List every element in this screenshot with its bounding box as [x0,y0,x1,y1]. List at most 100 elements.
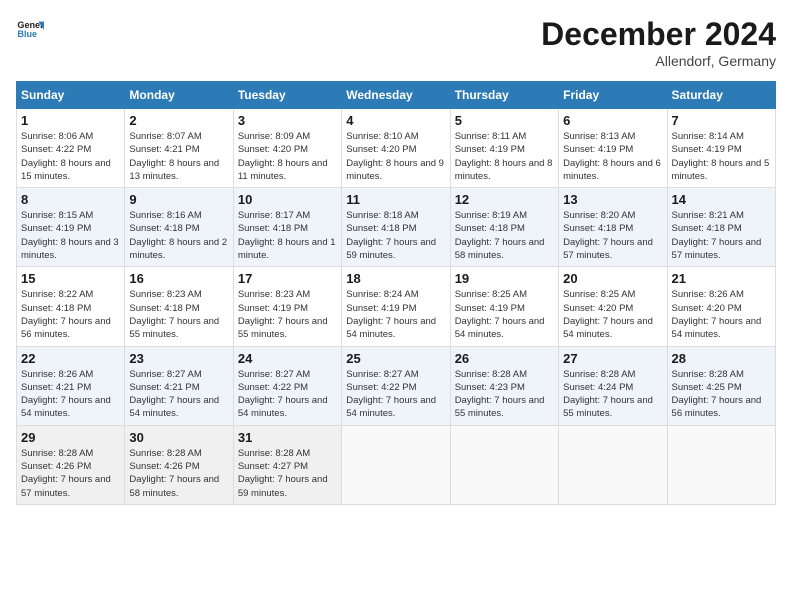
day-number: 17 [238,271,337,286]
day-number: 24 [238,351,337,366]
day-number: 5 [455,113,554,128]
day-info: Sunrise: 8:27 AMSunset: 4:22 PMDaylight:… [238,368,337,421]
day-number: 15 [21,271,120,286]
calendar-day-cell: 22Sunrise: 8:26 AMSunset: 4:21 PMDayligh… [17,346,125,425]
day-of-week-header: Sunday [17,82,125,109]
calendar-day-cell: 26 Sunrise: 8:28 AMSunset: 4:23 PMDayligh… [450,346,558,425]
calendar-day-cell: 23 Sunrise: 8:27 AMSunset: 4:21 PMDayligh… [125,346,233,425]
calendar-day-cell: 3 Sunrise: 8:09 AMSunset: 4:20 PMDaylight… [233,109,341,188]
day-number: 12 [455,192,554,207]
day-number: 27 [563,351,662,366]
calendar-day-cell: 9 Sunrise: 8:16 AMSunset: 4:18 PMDaylight… [125,188,233,267]
month-title: December 2024 [541,16,776,53]
calendar-day-cell: 19 Sunrise: 8:25 AMSunset: 4:19 PMDayligh… [450,267,558,346]
logo-icon: General Blue [16,16,44,44]
day-number: 13 [563,192,662,207]
calendar-day-cell: 11 Sunrise: 8:18 AMSunset: 4:18 PMDayligh… [342,188,450,267]
day-number: 28 [672,351,771,366]
day-info: Sunrise: 8:28 AMSunset: 4:26 PMDaylight:… [21,447,120,500]
day-info: Sunrise: 8:13 AMSunset: 4:19 PMDaylight:… [563,130,662,183]
day-number: 11 [346,192,445,207]
calendar-day-cell: 14Sunrise: 8:21 AMSunset: 4:18 PMDayligh… [667,188,775,267]
day-number: 2 [129,113,228,128]
calendar-week-row: 15 Sunrise: 8:22 AMSunset: 4:18 PMDayligh… [17,267,776,346]
day-number: 3 [238,113,337,128]
day-info: Sunrise: 8:25 AMSunset: 4:20 PMDaylight:… [563,288,662,341]
page-header: General Blue December 2024 Allendorf, Ge… [16,16,776,69]
calendar-day-cell: 12 Sunrise: 8:19 AMSunset: 4:18 PMDayligh… [450,188,558,267]
calendar-day-cell: 7 Sunrise: 8:14 AMSunset: 4:19 PMDaylight… [667,109,775,188]
logo: General Blue [16,16,44,44]
day-info: Sunrise: 8:24 AMSunset: 4:19 PMDaylight:… [346,288,445,341]
day-number: 23 [129,351,228,366]
day-info: Sunrise: 8:16 AMSunset: 4:18 PMDaylight:… [129,209,228,262]
day-info: Sunrise: 8:27 AMSunset: 4:22 PMDaylight:… [346,368,445,421]
day-info: Sunrise: 8:28 AMSunset: 4:27 PMDaylight:… [238,447,337,500]
day-number: 8 [21,192,120,207]
calendar-week-row: 8Sunrise: 8:15 AMSunset: 4:19 PMDaylight… [17,188,776,267]
location: Allendorf, Germany [541,53,776,69]
calendar-day-cell: 16Sunrise: 8:23 AMSunset: 4:18 PMDayligh… [125,267,233,346]
calendar: SundayMondayTuesdayWednesdayThursdayFrid… [16,81,776,505]
empty-day-cell [667,425,775,504]
calendar-day-cell: 27 Sunrise: 8:28 AMSunset: 4:24 PMDayligh… [559,346,667,425]
day-info: Sunrise: 8:26 AMSunset: 4:21 PMDaylight:… [21,368,120,421]
calendar-day-cell: 8Sunrise: 8:15 AMSunset: 4:19 PMDaylight… [17,188,125,267]
calendar-day-cell: 2Sunrise: 8:07 AMSunset: 4:21 PMDaylight… [125,109,233,188]
calendar-week-row: 1Sunrise: 8:06 AMSunset: 4:22 PMDaylight… [17,109,776,188]
calendar-day-cell: 13 Sunrise: 8:20 AMSunset: 4:18 PMDayligh… [559,188,667,267]
day-info: Sunrise: 8:28 AMSunset: 4:24 PMDaylight:… [563,368,662,421]
day-info: Sunrise: 8:18 AMSunset: 4:18 PMDaylight:… [346,209,445,262]
calendar-day-cell: 31 Sunrise: 8:28 AMSunset: 4:27 PMDayligh… [233,425,341,504]
calendar-day-cell: 15 Sunrise: 8:22 AMSunset: 4:18 PMDayligh… [17,267,125,346]
day-number: 21 [672,271,771,286]
calendar-day-cell: 21Sunrise: 8:26 AMSunset: 4:20 PMDayligh… [667,267,775,346]
day-info: Sunrise: 8:27 AMSunset: 4:21 PMDaylight:… [129,368,228,421]
day-info: Sunrise: 8:28 AMSunset: 4:25 PMDaylight:… [672,368,771,421]
calendar-header-row: SundayMondayTuesdayWednesdayThursdayFrid… [17,82,776,109]
day-number: 6 [563,113,662,128]
empty-day-cell [559,425,667,504]
day-of-week-header: Wednesday [342,82,450,109]
day-number: 31 [238,430,337,445]
calendar-day-cell: 4 Sunrise: 8:10 AMSunset: 4:20 PMDaylight… [342,109,450,188]
day-info: Sunrise: 8:06 AMSunset: 4:22 PMDaylight:… [21,130,120,183]
calendar-week-row: 29 Sunrise: 8:28 AMSunset: 4:26 PMDayligh… [17,425,776,504]
day-of-week-header: Friday [559,82,667,109]
day-info: Sunrise: 8:22 AMSunset: 4:18 PMDaylight:… [21,288,120,341]
day-info: Sunrise: 8:10 AMSunset: 4:20 PMDaylight:… [346,130,445,183]
svg-text:Blue: Blue [17,29,37,39]
calendar-day-cell: 20 Sunrise: 8:25 AMSunset: 4:20 PMDayligh… [559,267,667,346]
day-info: Sunrise: 8:19 AMSunset: 4:18 PMDaylight:… [455,209,554,262]
calendar-day-cell: 30Sunrise: 8:28 AMSunset: 4:26 PMDayligh… [125,425,233,504]
empty-day-cell [450,425,558,504]
day-number: 20 [563,271,662,286]
calendar-day-cell: 28 Sunrise: 8:28 AMSunset: 4:25 PMDayligh… [667,346,775,425]
day-number: 19 [455,271,554,286]
day-of-week-header: Tuesday [233,82,341,109]
calendar-day-cell: 10Sunrise: 8:17 AMSunset: 4:18 PMDayligh… [233,188,341,267]
day-number: 9 [129,192,228,207]
calendar-week-row: 22Sunrise: 8:26 AMSunset: 4:21 PMDayligh… [17,346,776,425]
day-number: 26 [455,351,554,366]
day-info: Sunrise: 8:23 AMSunset: 4:18 PMDaylight:… [129,288,228,341]
day-of-week-header: Monday [125,82,233,109]
day-info: Sunrise: 8:25 AMSunset: 4:19 PMDaylight:… [455,288,554,341]
day-number: 29 [21,430,120,445]
day-info: Sunrise: 8:11 AMSunset: 4:19 PMDaylight:… [455,130,554,183]
day-info: Sunrise: 8:28 AMSunset: 4:23 PMDaylight:… [455,368,554,421]
day-info: Sunrise: 8:09 AMSunset: 4:20 PMDaylight:… [238,130,337,183]
calendar-day-cell: 1Sunrise: 8:06 AMSunset: 4:22 PMDaylight… [17,109,125,188]
day-number: 25 [346,351,445,366]
title-block: December 2024 Allendorf, Germany [541,16,776,69]
day-of-week-header: Thursday [450,82,558,109]
day-number: 4 [346,113,445,128]
calendar-body: 1Sunrise: 8:06 AMSunset: 4:22 PMDaylight… [17,109,776,505]
day-info: Sunrise: 8:14 AMSunset: 4:19 PMDaylight:… [672,130,771,183]
day-number: 7 [672,113,771,128]
day-info: Sunrise: 8:20 AMSunset: 4:18 PMDaylight:… [563,209,662,262]
calendar-day-cell: 25 Sunrise: 8:27 AMSunset: 4:22 PMDayligh… [342,346,450,425]
day-number: 18 [346,271,445,286]
day-info: Sunrise: 8:17 AMSunset: 4:18 PMDaylight:… [238,209,337,262]
day-info: Sunrise: 8:28 AMSunset: 4:26 PMDaylight:… [129,447,228,500]
